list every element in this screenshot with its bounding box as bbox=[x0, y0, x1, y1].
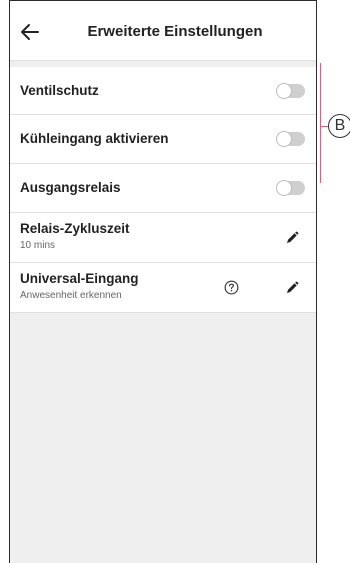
setting-row-ventilschutz: Ventilschutz bbox=[10, 67, 316, 115]
app-header: Erweiterte Einstellungen bbox=[10, 1, 316, 61]
ausgangsrelais-toggle[interactable] bbox=[276, 180, 305, 196]
setting-row-universal-eingang[interactable]: Universal-Eingang Anwesenheit erkennen bbox=[10, 263, 316, 313]
annotation-marker: B bbox=[328, 114, 350, 138]
setting-row-ausgangsrelais: Ausgangsrelais bbox=[10, 164, 316, 213]
toggle-knob bbox=[276, 131, 292, 147]
setting-row-relais-zykluszeit[interactable]: Relais-Zykluszeit 10 mins bbox=[10, 213, 316, 263]
setting-value: Anwesenheit erkennen bbox=[20, 290, 122, 301]
toggle-knob bbox=[276, 180, 292, 196]
question-circle-icon[interactable] bbox=[224, 280, 239, 295]
pencil-icon[interactable] bbox=[285, 281, 299, 295]
setting-label: Ausgangsrelais bbox=[20, 180, 121, 195]
setting-value: 10 mins bbox=[20, 240, 56, 251]
setting-label: Ventilschutz bbox=[20, 83, 99, 98]
setting-label: Kühleingang aktivieren bbox=[20, 131, 169, 146]
setting-row-kuehleingang: Kühleingang aktivieren bbox=[10, 115, 316, 164]
settings-list: Ventilschutz Kühleingang aktivieren Ausg… bbox=[10, 67, 316, 313]
setting-label: Relais-Zykluszeit bbox=[20, 221, 130, 236]
phone-screen: Erweiterte Einstellungen Ventilschutz Kü… bbox=[9, 0, 317, 563]
page-title: Erweiterte Einstellungen bbox=[87, 23, 263, 40]
toggle-knob bbox=[276, 83, 292, 99]
setting-label: Universal-Eingang bbox=[20, 271, 139, 286]
ventilschutz-toggle[interactable] bbox=[276, 83, 305, 99]
annotation-bracket bbox=[320, 63, 321, 183]
pencil-icon[interactable] bbox=[285, 231, 299, 245]
kuehleingang-toggle[interactable] bbox=[276, 131, 305, 147]
